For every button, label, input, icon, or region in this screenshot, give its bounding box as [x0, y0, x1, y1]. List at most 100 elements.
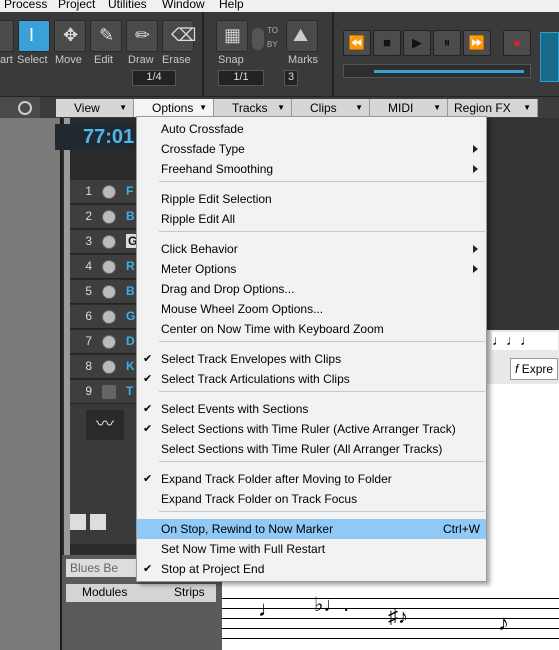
menu-item[interactable]: Click Behavior [137, 239, 486, 259]
chevron-down-icon: ▼ [433, 103, 441, 112]
tracks-menu-label: Tracks [232, 101, 268, 115]
menu-item[interactable]: Freehand Smoothing [137, 159, 486, 179]
menu-item[interactable]: Auto Crossfade [137, 119, 486, 139]
track-list-icon[interactable] [70, 514, 86, 530]
snap-resolution-field[interactable]: 1/1 [218, 70, 264, 86]
grid-icon: ▦ [224, 25, 242, 45]
to-label: TO [267, 26, 278, 35]
menu-item[interactable]: Crossfade Type [137, 139, 486, 159]
snap-label: Snap [218, 54, 244, 66]
note-icon: ♭♩. [314, 594, 349, 616]
inspector-pane [0, 118, 62, 650]
chevron-down-icon: ▼ [119, 103, 127, 112]
track-name[interactable]: B [126, 209, 135, 223]
track-number: 3 [85, 234, 92, 248]
region-fx-menu[interactable]: Region FX ▼ [448, 99, 538, 117]
track-number: 6 [85, 309, 92, 323]
menu-item[interactable]: Expand Track Folder on Track Focus [137, 489, 486, 509]
transport-slider[interactable] [343, 64, 531, 78]
move-tool-button[interactable]: ✥ [54, 20, 86, 52]
track-row[interactable]: 9T [70, 380, 140, 404]
track-name[interactable]: F [126, 184, 133, 198]
menu-item[interactable]: Meter Options [137, 259, 486, 279]
midi-menu[interactable]: MIDI ▼ [370, 99, 448, 117]
move-tool-label: Move [55, 54, 82, 66]
checkmark-icon: ✔ [143, 403, 153, 415]
menu-item[interactable]: Drag and Drop Options... [137, 279, 486, 299]
draw-division-field[interactable]: 1/4 [132, 70, 176, 86]
midi-icon [102, 310, 116, 324]
tracks-menu[interactable]: Tracks ▼ [214, 99, 292, 117]
snap-grid-button[interactable]: ▦ [216, 20, 248, 52]
menu-item[interactable]: Center on Now Time with Keyboard Zoom [137, 319, 486, 339]
menu-item[interactable]: ✔ Expand Track Folder after Moving to Fol… [137, 469, 486, 489]
clips-menu-label: Clips [310, 101, 337, 115]
snap-count-field[interactable]: 3 [284, 70, 298, 86]
stop-button[interactable]: ■ [373, 30, 401, 56]
menu-item[interactable]: ✔ Select Track Articulations with Clips [137, 369, 486, 389]
rewind-button[interactable]: ⏪ [343, 30, 371, 56]
track-name[interactable]: R [126, 259, 135, 273]
view-menu[interactable]: View ▼ [56, 99, 134, 117]
edit-tool-button[interactable]: ✎ [90, 20, 122, 52]
power-icon[interactable] [18, 101, 32, 115]
menu-item[interactable]: Select Sections with Time Ruler (All Arr… [137, 439, 486, 459]
clips-menu[interactable]: Clips ▼ [292, 99, 370, 117]
snap-mode-toggle[interactable] [252, 28, 264, 50]
menu-process[interactable]: Process [4, 0, 47, 11]
menu-item[interactable]: Ripple Edit All [137, 209, 486, 229]
chevron-down-icon: ▼ [355, 103, 363, 112]
tempo-icon[interactable] [90, 514, 106, 530]
smart-tool-button[interactable] [0, 20, 14, 52]
modules-tab[interactable]: Modules [82, 585, 127, 599]
options-menu[interactable]: Options ▼ [134, 99, 214, 117]
menu-help[interactable]: Help [219, 0, 244, 11]
track-name[interactable]: G [126, 309, 135, 323]
menu-item[interactable]: Ripple Edit Selection [137, 189, 486, 209]
menu-utilities[interactable]: Utilities [108, 0, 147, 11]
menu-item[interactable]: ✔ Select Track Envelopes with Clips [137, 349, 486, 369]
note-duration-icons[interactable]: ♩♩♩ [492, 332, 558, 350]
marks-button[interactable]: ⛰ [286, 20, 318, 52]
track-row[interactable]: 2B [70, 205, 140, 229]
fast-forward-button[interactable]: ⏩ [463, 30, 491, 56]
edit-tool-label: Edit [94, 54, 113, 66]
track-row[interactable]: 6G [70, 305, 140, 329]
track-name[interactable]: D [126, 334, 135, 348]
transport-progress [374, 70, 524, 73]
track-row[interactable]: 7D [70, 330, 140, 354]
options-dropdown-menu: Auto Crossfade Crossfade Type Freehand Smo… [136, 116, 487, 582]
erase-tool-button[interactable]: ⌫ [162, 20, 196, 52]
cpu-meter [540, 32, 559, 82]
menu-item[interactable]: ✔ Stop at Project End [137, 559, 486, 579]
menu-item[interactable]: ✔ Select Events with Sections [137, 399, 486, 419]
menu-item[interactable]: ✔ Select Sections with Time Ruler (Active… [137, 419, 486, 439]
staff-toolbar: ♩♩♩ f Expre [486, 330, 559, 384]
select-tool-button[interactable]: I [18, 20, 50, 52]
track-row[interactable]: 3G [70, 230, 140, 254]
expression-label: Expre [521, 362, 554, 376]
track-name[interactable]: T [126, 384, 133, 398]
menu-item-label: Select Track Envelopes with Clips [161, 352, 342, 366]
track-row[interactable]: 4R [70, 255, 140, 279]
staff-view: ♩ ♭♩. ♯♪ ♪ [218, 580, 559, 650]
track-name[interactable]: K [126, 359, 135, 373]
expression-button[interactable]: f Expre [510, 358, 558, 380]
menu-item[interactable]: Set Now Time with Full Restart [137, 539, 486, 559]
track-name[interactable]: B [126, 284, 135, 298]
menu-project[interactable]: Project [58, 0, 95, 11]
record-button[interactable]: ● [503, 30, 531, 56]
menu-window[interactable]: Window [162, 0, 205, 11]
track-row[interactable]: 1F [70, 180, 140, 204]
menu-item[interactable]: On Stop, Rewind to Now Marker Ctrl+W [137, 519, 486, 539]
strips-tab[interactable]: Strips [174, 585, 205, 599]
waveform-icon: 〰 [86, 410, 124, 440]
menu-item[interactable]: Mouse Wheel Zoom Options... [137, 299, 486, 319]
track-row[interactable]: 8K [70, 355, 140, 379]
draw-tool-button[interactable]: ✏ [126, 20, 158, 52]
submenu-arrow-icon [473, 145, 478, 153]
toolbar-divider [202, 12, 204, 96]
track-row[interactable]: 5B [70, 280, 140, 304]
pause-button[interactable]: ⏸ [433, 30, 461, 56]
play-button[interactable]: ▶ [403, 30, 431, 56]
